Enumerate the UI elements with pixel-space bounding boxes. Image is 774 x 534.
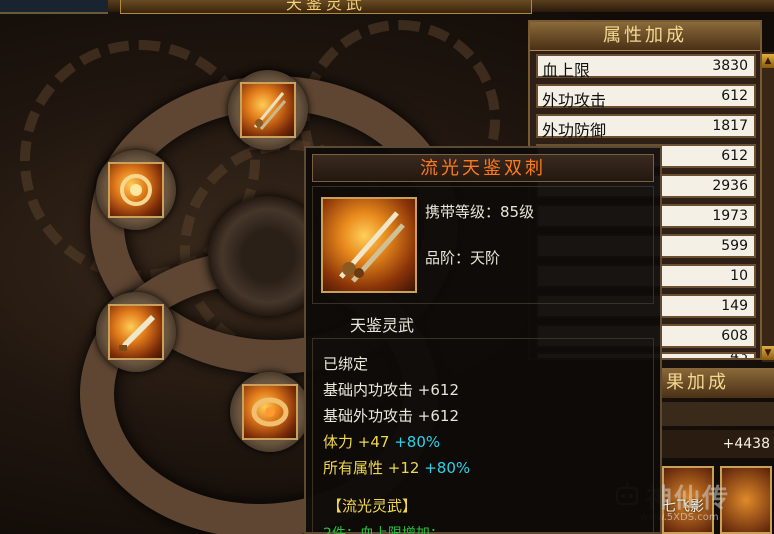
stat-add: +612 [417,381,459,399]
stat-line: 所有属性 +12 +80% [323,457,470,478]
set-bonus-line: 2件：血上限增加： [323,526,444,534]
item-title: 流光天鉴双刺 [312,154,654,182]
attribute-value: 149 [721,298,748,314]
attribute-value: 1817 [712,118,748,134]
stat-name: 体力 [323,433,354,451]
bracelet-icon [242,384,298,440]
left-frame [0,0,108,14]
stat-percent: +80% [424,459,471,477]
item-stats: 已绑定 基础内功攻击 +612 基础外功攻击 +612 体力 +47 +80% … [312,338,654,534]
attribute-row: 外功防御 1817 [536,114,756,140]
stat-line: 基础内功攻击 +612 [323,379,459,400]
set-name: 【流光灵武】 [327,497,418,515]
attribute-value: 599 [721,238,748,254]
item-grade: 品阶：天阶 [425,249,501,267]
stat-name: 基础外功攻击 [323,407,414,425]
stat-percent: +80% [394,433,441,451]
attribute-value: 1973 [712,208,748,224]
item-summary: 携带等级：85级 品阶：天阶 [312,186,654,304]
carry-level: 携带等级：85级 [425,203,535,221]
stat-add: +47 [357,433,390,451]
attribute-value: 43 [730,352,748,360]
equip-slot-bottom[interactable] [230,372,310,452]
attribute-label: 外功防御 [542,121,607,140]
equip-slot-left-upper[interactable] [96,150,176,230]
attribute-row: 血上限 3830 [536,54,756,80]
scroll-down-button[interactable]: ▼ [762,346,774,360]
effect-header: 果加成 [660,368,774,398]
item-tooltip: 流光天鉴双刺 携带等级：85级 品阶：天阶 天鉴灵武 已绑定 基础内功攻击 +6… [304,146,662,534]
dagger-icon [108,304,164,360]
stat-name: 基础内功攻击 [323,381,414,399]
stat-line: 基础外功攻击 +612 [323,405,459,426]
attribute-value: 2936 [712,178,748,194]
attribute-value: 612 [721,88,748,104]
attribute-value: 612 [721,148,748,164]
attribute-row: 外功攻击 612 [536,84,756,110]
equip-slot-left-lower[interactable] [96,292,176,372]
game-window: 天鉴灵武 属性加成 血上限 3830 外功攻击 612 外功防御 1817 61… [0,0,774,534]
effect-value: +4438 [660,430,774,458]
attribute-label: 血上限 [542,61,591,80]
scroll-up-button[interactable]: ▲ [762,54,774,68]
stat-add: +612 [417,407,459,425]
attribute-label: 外功攻击 [542,91,607,110]
title-bar: 天鉴灵武 [0,0,774,14]
stat-add: +12 [387,459,420,477]
attribute-value: 3830 [712,58,748,74]
effect-bar [660,402,774,426]
attribute-value: 608 [721,328,748,344]
window-title: 天鉴灵武 [120,0,532,14]
attribute-value: 10 [730,268,748,284]
twin-dagger-icon [240,82,296,138]
stat-name: 所有属性 [323,459,384,477]
equip-slot-top[interactable] [228,70,308,150]
ornament-icon [108,162,164,218]
attribute-scrollbar[interactable] [762,52,774,362]
item-type: 天鉴灵武 [350,316,415,335]
attribute-header: 属性加成 [530,22,760,51]
stat-line: 体力 +47 +80% [323,431,440,452]
bound-status: 已绑定 [323,355,369,373]
twin-dagger-icon [321,197,417,293]
